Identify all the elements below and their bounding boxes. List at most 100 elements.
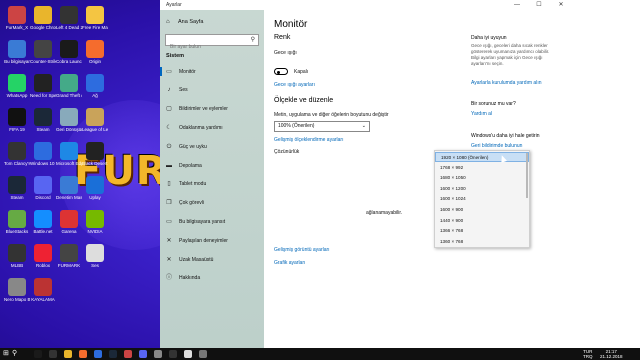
desktop-icon[interactable]: FurMark_X (4, 6, 30, 30)
nav-item-icon: ♪ (167, 87, 171, 94)
desktop-icon[interactable]: Steam (30, 108, 56, 132)
desktop-icon[interactable]: Windows 10 Güncelleme (30, 142, 56, 166)
night-light-settings-link[interactable]: Gece ışığı ayarları (274, 82, 315, 88)
advanced-display-link[interactable]: Gelişmiş görüntü ayarları (274, 247, 330, 253)
clock[interactable]: 21:17 21.12.2018 (600, 349, 623, 359)
nav-item[interactable]: ☾ Odaklanma yardımı (160, 121, 264, 134)
desktop-icon[interactable]: Grand Theft Auto V (56, 74, 82, 98)
desktop-icon[interactable]: MLBB (4, 244, 30, 268)
nav-item[interactable]: ⏻ Güç ve uyku (160, 140, 264, 153)
desktop-icon[interactable]: Free Fire Max (82, 6, 108, 30)
taskbar-app-button[interactable] (34, 350, 42, 358)
nav-item-icon: ☾ (166, 124, 172, 131)
taskbar-app-button[interactable] (154, 350, 162, 358)
desktop-icon[interactable]: Ağ (82, 74, 108, 98)
night-light-toggle[interactable] (274, 68, 288, 75)
resolution-option[interactable]: 1768 × 992 (435, 163, 529, 173)
taskbar-app-button[interactable] (169, 350, 177, 358)
minimize-button[interactable]: — (506, 0, 528, 10)
taskbar-app-button[interactable] (64, 350, 72, 358)
app-icon (34, 278, 52, 296)
scale-select[interactable]: 100% (Önerilen) ⌄ (274, 121, 370, 132)
nav-item[interactable]: ✕ Paylaşılan deneyimler (160, 234, 264, 247)
desktop-icon-label: Nero Mapo Belgesi (4, 297, 30, 302)
desktop-icon[interactable]: Origin (82, 40, 108, 64)
desktop-icon-label: Battle.net (33, 229, 53, 234)
desktop-icon[interactable]: League of Legends (82, 108, 108, 132)
desktop-icon[interactable]: Cobra Launcher (56, 40, 82, 64)
desktop-icon[interactable]: Need for Speed™ Heat (30, 74, 56, 98)
resolution-option[interactable]: 1600 × 1024 (435, 194, 529, 204)
nav-item[interactable]: ▯ Tablet modu (160, 178, 264, 191)
desktop-icon[interactable]: Battle.net (30, 210, 56, 234)
language-indicator[interactable]: TUR TRQ (583, 349, 593, 359)
desktop-icon[interactable]: Google Chrome (30, 6, 56, 30)
desktop-icon[interactable]: NVIDIA (82, 210, 108, 234)
nav-item-label: Ses (179, 87, 188, 94)
resolution-option[interactable]: 1440 × 900 (435, 216, 529, 226)
taskbar-app-button[interactable] (109, 350, 117, 358)
nav-item[interactable]: ✕ Uzak Masaüstü (160, 253, 264, 266)
nav-item[interactable]: ⓘ Hakkında (160, 272, 264, 285)
resolution-option[interactable]: 1366 × 768 (435, 226, 529, 236)
language-sub: TRQ (583, 354, 593, 359)
nav-item[interactable]: ▢ Bildirimler ve eylemler (160, 103, 264, 116)
nav-item[interactable]: ▭ Monitör (160, 65, 264, 78)
graphics-settings-link[interactable]: Grafik ayarları (274, 260, 305, 266)
nav-item[interactable]: ▬ Depolama (160, 159, 264, 172)
search-icon[interactable]: ⚲ (251, 36, 255, 43)
taskbar-app-button[interactable] (49, 350, 57, 358)
nav-home[interactable]: ⌂ Ana Sayfa (166, 19, 203, 25)
taskbar-app-button[interactable] (139, 350, 147, 358)
sleep-help-link[interactable]: Ayarlarla kurulumda yardım alın (471, 80, 542, 86)
resolution-option[interactable]: 1360 × 768 (435, 237, 529, 247)
desktop-icon[interactable]: FIFA 19 (4, 108, 30, 132)
desktop-icon[interactable]: Left 4 Dead 2 (56, 6, 82, 30)
desktop-icon[interactable]: Microsoft Edge (56, 142, 82, 166)
desktop-icon[interactable]: WhatsApp (4, 74, 30, 98)
search-icon[interactable]: ⚲ (12, 350, 22, 358)
nav-item[interactable]: ♪ Ses (160, 84, 264, 97)
desktop-icon[interactable]: Ses (82, 244, 108, 268)
desktop-icon[interactable]: Denetim Masası (56, 176, 82, 200)
desktop-icon[interactable]: Uplay (82, 176, 108, 200)
nav-item[interactable]: ❐ Çok görevli (160, 197, 264, 210)
desktop-icon[interactable]: FURMARK (56, 244, 82, 268)
desktop-icon[interactable]: KAYALAMA (30, 278, 56, 302)
resolution-option[interactable]: 1600 × 1200 (435, 184, 529, 194)
nav-item[interactable]: ▭ Bu bilgisayara yansıt (160, 215, 264, 228)
search-input[interactable] (166, 42, 244, 52)
get-help-link[interactable]: Yardım al (471, 111, 492, 117)
desktop-icon[interactable]: Tom Clancy's (4, 142, 30, 166)
taskbar-app-button[interactable] (124, 350, 132, 358)
desktop-icon[interactable]: Garena (56, 210, 82, 234)
taskbar-app-button[interactable] (199, 350, 207, 358)
desktop-icon[interactable]: Counter-Strike: Global Offensive (30, 40, 56, 64)
desktop-icon[interactable]: Discord (30, 176, 56, 200)
app-icon (60, 74, 78, 92)
app-icon (86, 40, 104, 58)
app-icon (34, 176, 52, 194)
resolution-dropdown[interactable]: 1920 × 1080 (Önerilen) 1768 × 992 1680 × 1… (434, 150, 530, 248)
desktop-icon[interactable]: Geri Dönüşüm (56, 108, 82, 132)
desktop-icon[interactable]: Black Desert Online (82, 142, 108, 166)
taskbar-app-button[interactable] (94, 350, 102, 358)
taskbar-app-button[interactable] (79, 350, 87, 358)
feedback-link[interactable]: Geri bildirimde bulunun (471, 143, 522, 149)
desktop-icon-label: Microsoft Edge (56, 161, 82, 166)
resolution-option[interactable]: 1600 × 900 (435, 205, 529, 215)
desktop-icon[interactable]: Bu bilgisayar (4, 40, 30, 64)
advanced-scaling-link[interactable]: Gelişmiş ölçeklendirme ayarları (274, 137, 343, 143)
close-button[interactable]: ✕ (550, 0, 572, 10)
desktop-icon[interactable]: Steam (4, 176, 30, 200)
desktop-icon[interactable]: Roblox (30, 244, 56, 268)
resolution-option[interactable]: 1680 × 1050 (435, 173, 529, 183)
dropdown-scrollbar[interactable] (526, 153, 528, 198)
desktop-icon[interactable]: BlueStacks (4, 210, 30, 234)
maximize-button[interactable]: ☐ (528, 0, 550, 10)
nav-search[interactable]: ⚲ (165, 34, 259, 52)
resolution-option[interactable]: 1920 × 1080 (Önerilen) (435, 152, 529, 162)
taskbar-app-button[interactable] (184, 350, 192, 358)
desktop-icon[interactable]: Nero Mapo Belgesi (4, 278, 30, 302)
desktop-icon-label: Tom Clancy's (4, 161, 30, 166)
